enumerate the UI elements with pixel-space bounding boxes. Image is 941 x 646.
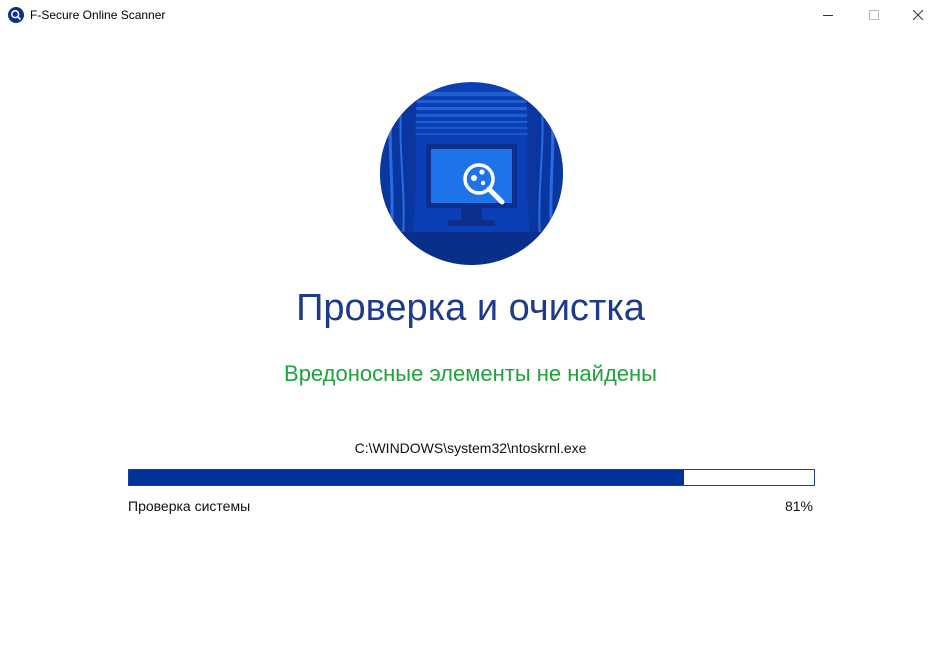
magnifier-icon xyxy=(8,7,24,23)
maximize-button[interactable] xyxy=(851,0,897,30)
page-title: Проверка и очистка xyxy=(296,287,645,329)
title-bar[interactable]: F-Secure Online Scanner xyxy=(0,0,941,30)
progress-label: Проверка системы xyxy=(128,498,251,514)
scan-progress-fill xyxy=(129,470,684,485)
scan-status-text: Вредоносные элементы не найдены xyxy=(284,361,657,386)
window-title: F-Secure Online Scanner xyxy=(30,8,166,22)
close-button[interactable] xyxy=(895,0,941,30)
minimize-icon xyxy=(823,15,833,16)
current-file-path: C:\WINDOWS\system32\ntoskrnl.exe xyxy=(354,440,587,456)
close-icon xyxy=(913,10,923,20)
maximize-icon xyxy=(869,10,879,20)
minimize-button[interactable] xyxy=(805,0,851,30)
scan-progress-bar xyxy=(128,469,815,486)
monitor-scan-icon xyxy=(380,82,563,265)
progress-percent: 81% xyxy=(784,498,813,514)
